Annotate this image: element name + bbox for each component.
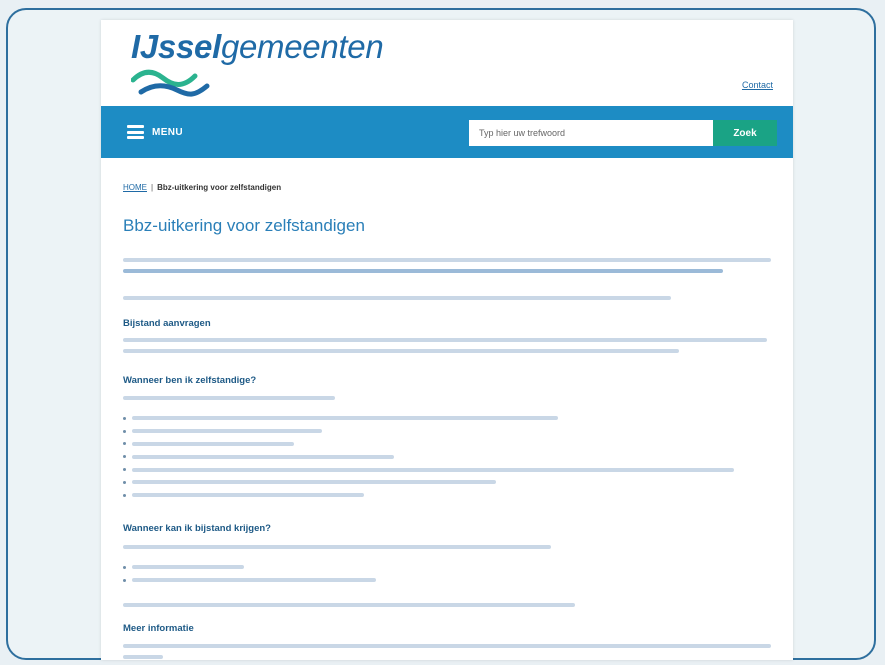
bijstand-krijgen-note xyxy=(123,603,575,614)
section-heading-bijstand-aanvragen: Bijstand aanvragen xyxy=(123,318,211,329)
site-logo[interactable]: IJsselgemeenten xyxy=(131,28,391,98)
search-input[interactable] xyxy=(469,120,713,146)
breadcrumb-current: Bbz-uitkering voor zelfstandigen xyxy=(157,183,282,192)
logo-waves-icon xyxy=(131,69,210,97)
breadcrumb-separator: | xyxy=(151,183,154,192)
intro-paragraph xyxy=(123,258,771,280)
list-item xyxy=(123,574,376,587)
meer-informatie-paragraph xyxy=(123,644,771,660)
page-title: Bbz-uitkering voor zelfstandigen xyxy=(123,216,365,235)
menu-label: MENU xyxy=(152,126,184,138)
contact-link[interactable]: Contact xyxy=(742,80,773,90)
breadcrumb: HOME | Bbz-uitkering voor zelfstandigen xyxy=(123,183,281,192)
search-button[interactable]: Zoek xyxy=(713,120,777,146)
list-item xyxy=(123,476,734,489)
bijstand-aanvragen-paragraph xyxy=(123,338,767,360)
menu-button[interactable]: MENU xyxy=(127,123,183,141)
section-heading-meer-informatie: Meer informatie xyxy=(123,623,194,634)
logo-text-part1: IJssel xyxy=(131,28,221,65)
list-item xyxy=(123,412,734,425)
list-item xyxy=(123,561,376,574)
intro-paragraph-2 xyxy=(123,296,671,307)
section-heading-zelfstandige: Wanneer ben ik zelfstandige? xyxy=(123,375,257,386)
logo-wordmark: IJsselgemeenten xyxy=(131,28,384,66)
browser-page: IJsselgemeenten Contact MENU Zoek HOME|B… xyxy=(101,20,793,660)
list-item xyxy=(123,438,734,451)
bijstand-krijgen-list xyxy=(123,561,376,587)
screenshot-frame: IJsselgemeenten Contact MENU Zoek HOME|B… xyxy=(6,8,876,660)
logo-text-part2: gemeenten xyxy=(220,28,384,65)
list-item xyxy=(123,463,734,476)
breadcrumb-home-link[interactable]: HOME xyxy=(123,183,147,192)
hamburger-icon xyxy=(127,125,144,139)
list-item xyxy=(123,489,734,502)
list-item xyxy=(123,450,734,463)
main-navbar: MENU Zoek xyxy=(101,106,793,158)
list-item xyxy=(123,425,734,438)
zelfstandige-criteria-list xyxy=(123,412,734,502)
section-heading-bijstand-krijgen: Wanneer kan ik bijstand krijgen? xyxy=(123,523,271,534)
zelfstandige-intro xyxy=(123,396,335,407)
bijstand-krijgen-intro xyxy=(123,545,551,556)
